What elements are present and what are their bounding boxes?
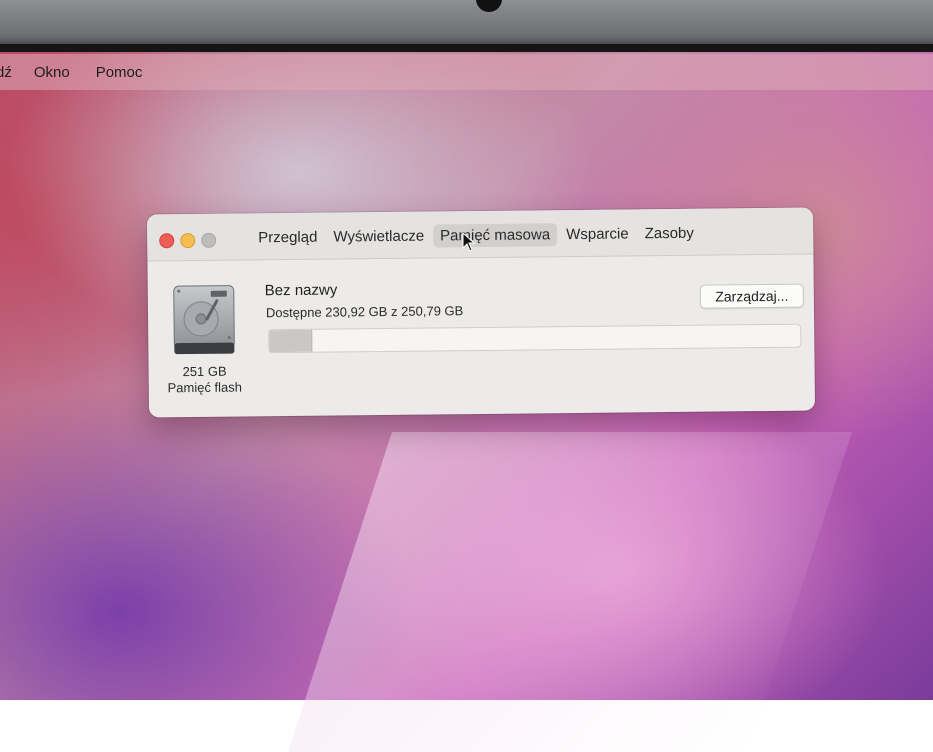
tab-pamiec-masowa[interactable]: Pamięć masowa: [432, 223, 558, 248]
zoom-button[interactable]: [201, 232, 217, 248]
tab-wyswietlacze[interactable]: Wyświetlacze: [326, 225, 431, 249]
menu-item-pomoc[interactable]: Pomoc: [96, 64, 143, 81]
volume-name: Bez nazwy: [264, 281, 338, 300]
minimize-button[interactable]: [180, 232, 196, 249]
manage-button[interactable]: Zarządzaj...: [699, 283, 804, 309]
window-titlebar: Przegląd Wyświetlacze Pamięć masowa Wspa…: [146, 207, 814, 262]
tab-zasoby[interactable]: Zasoby: [638, 222, 701, 246]
menu-item-window-partial[interactable]: dź: [0, 64, 12, 81]
storage-usage-bar: [268, 323, 802, 354]
about-this-mac-window: Przegląd Wyświetlacze Pamięć masowa Wspa…: [146, 207, 816, 418]
menu-item-okno[interactable]: Okno: [34, 64, 70, 81]
tab-przeglad[interactable]: Przegląd: [251, 226, 324, 250]
close-button[interactable]: [159, 233, 175, 249]
hard-drive-icon: [173, 285, 235, 355]
disk-size-label: 251 GB: [182, 363, 227, 380]
mouse-cursor-icon: [462, 232, 476, 252]
tab-bar: Przegląd Wyświetlacze Pamięć masowa Wspa…: [251, 222, 701, 250]
camera-notch: [476, 0, 502, 12]
wallpaper-highlight: [288, 432, 852, 752]
volume-availability: Dostępne 230,92 GB z 250,79 GB: [265, 303, 464, 321]
disk-type-label: Pamięć flash: [167, 379, 243, 396]
tab-wsparcie[interactable]: Wsparcie: [559, 222, 636, 246]
storage-usage-fill: [269, 329, 313, 353]
menu-bar: dź Okno Pomoc: [0, 54, 933, 90]
